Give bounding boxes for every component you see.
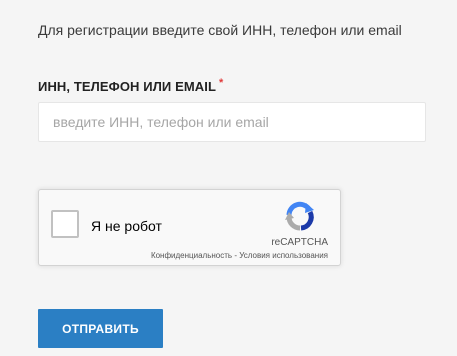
recaptcha-links: Конфиденциальность - Условия использован… [151,251,328,260]
inn-phone-email-input[interactable] [38,102,426,142]
field-label: ИНН, ТЕЛЕФОН ИЛИ EMAIL * [38,77,224,94]
required-mark: * [219,77,224,89]
intro-text: Для регистрации введите свой ИНН, телефо… [38,22,402,38]
recaptcha-widget: Я не робот reCAPTCHA Конфиденциальность … [38,189,341,266]
recaptcha-checkbox[interactable] [51,210,79,238]
recaptcha-checkbox-label[interactable]: Я не робот [91,218,162,234]
recaptcha-logo-icon [285,201,314,231]
field-label-text: ИНН, ТЕЛЕФОН ИЛИ EMAIL [38,79,217,94]
registration-page: Для регистрации введите свой ИНН, телефо… [0,0,457,356]
recaptcha-brand: reCAPTCHA [271,237,328,248]
terms-link[interactable]: Условия использования [239,251,328,260]
submit-button[interactable]: ОТПРАВИТЬ [38,309,163,348]
privacy-link[interactable]: Конфиденциальность [151,251,232,260]
